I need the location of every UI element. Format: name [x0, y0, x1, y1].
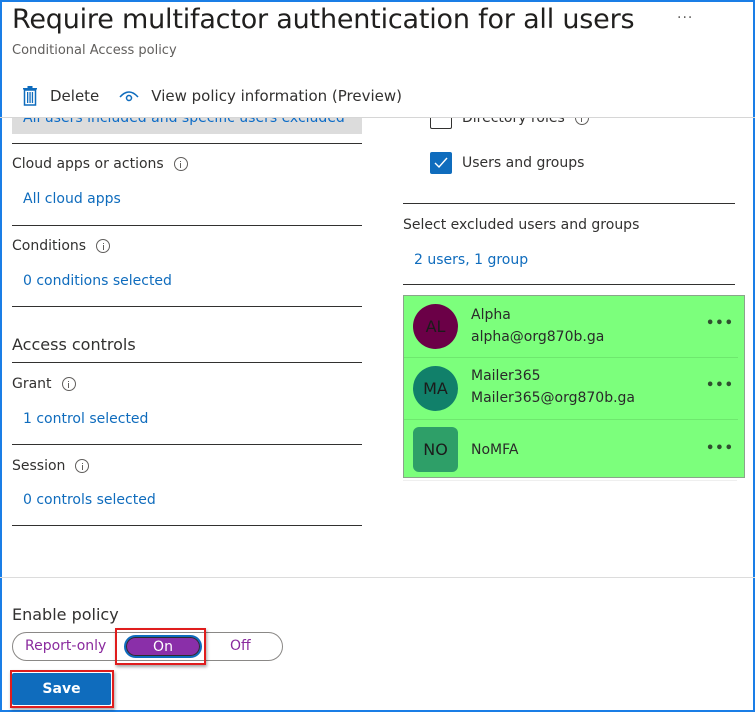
excluded-users-list: AL Alpha alpha@org870b.ga ••• MA Mailer3…	[403, 295, 745, 478]
user-email: alpha@org870b.ga	[471, 329, 605, 345]
directory-roles-label: Directory roles	[462, 118, 589, 126]
divider	[12, 444, 362, 445]
highlight-box-on	[115, 628, 206, 665]
more-actions-icon[interactable]: •••	[706, 316, 734, 331]
directory-roles-checkbox[interactable]	[430, 118, 452, 129]
divider	[12, 306, 362, 307]
grant-label-text: Grant	[12, 376, 52, 392]
more-actions-icon[interactable]: •••	[706, 441, 734, 456]
conditions-label-text: Conditions	[12, 238, 87, 254]
conditions-link[interactable]: 0 conditions selected	[23, 273, 172, 289]
highlight-box-save	[10, 670, 114, 708]
list-item[interactable]: AL Alpha alpha@org870b.ga •••	[404, 296, 738, 357]
avatar: AL	[413, 304, 458, 349]
users-summary-text: All users included and specific users ex…	[23, 118, 345, 126]
session-label-text: Session	[12, 458, 66, 474]
cloud-apps-link[interactable]: All cloud apps	[23, 191, 121, 207]
footer-divider	[0, 577, 755, 578]
page-subtitle: Conditional Access policy	[12, 43, 177, 58]
user-email: Mailer365@org870b.ga	[471, 390, 636, 406]
users-and-groups-checkbox[interactable]	[430, 152, 452, 174]
toolbar: Delete View policy information (Preview)	[22, 86, 422, 106]
users-and-groups-label: Users and groups	[462, 155, 585, 171]
more-options-icon[interactable]: ···	[677, 10, 693, 26]
info-icon[interactable]	[61, 377, 76, 391]
option-report-only[interactable]: Report-only	[25, 638, 106, 654]
user-name: Mailer365	[471, 368, 541, 384]
access-controls-heading: Access controls	[12, 335, 136, 354]
session-label: Session	[12, 458, 90, 474]
group-avatar: NO	[413, 427, 458, 472]
page-title: Require multifactor authentication for a…	[12, 4, 635, 35]
view-policy-info-button[interactable]: View policy information (Preview)	[119, 87, 402, 105]
trash-icon	[23, 86, 37, 106]
session-link[interactable]: 0 controls selected	[23, 492, 156, 508]
divider	[12, 225, 362, 226]
conditions-label: Conditions	[12, 238, 111, 254]
option-off[interactable]: Off	[230, 638, 251, 654]
info-icon[interactable]	[173, 157, 188, 171]
divider	[403, 203, 735, 204]
enable-policy-label: Enable policy	[12, 605, 119, 624]
grant-link[interactable]: 1 control selected	[23, 411, 148, 427]
user-name: Alpha	[471, 307, 511, 323]
view-policy-info-label: View policy information (Preview)	[151, 87, 403, 105]
delete-button[interactable]: Delete	[22, 86, 99, 106]
excluded-users-link[interactable]: 2 users, 1 group	[414, 252, 528, 268]
info-icon[interactable]	[96, 239, 111, 253]
more-actions-icon[interactable]: •••	[706, 378, 734, 393]
divider	[403, 480, 737, 481]
excluded-users-label: Select excluded users and groups	[403, 217, 640, 233]
avatar: MA	[413, 366, 458, 411]
checkmark-icon	[434, 157, 448, 169]
info-icon[interactable]	[75, 459, 90, 473]
divider	[12, 362, 362, 363]
info-icon[interactable]	[574, 118, 589, 125]
grant-label: Grant	[12, 376, 76, 392]
list-item[interactable]: MA Mailer365 Mailer365@org870b.ga •••	[404, 358, 738, 419]
users-summary-link[interactable]: All users included and specific users ex…	[12, 118, 362, 134]
cloud-apps-label-text: Cloud apps or actions	[12, 156, 164, 172]
directory-roles-option[interactable]: Directory roles	[403, 118, 743, 130]
divider	[403, 284, 735, 285]
eye-icon	[119, 91, 139, 102]
divider	[12, 525, 362, 526]
delete-label: Delete	[50, 87, 100, 105]
divider	[12, 143, 362, 144]
group-name: NoMFA	[471, 442, 519, 458]
cloud-apps-label: Cloud apps or actions	[12, 156, 188, 172]
list-item[interactable]: NO NoMFA •••	[404, 420, 738, 481]
